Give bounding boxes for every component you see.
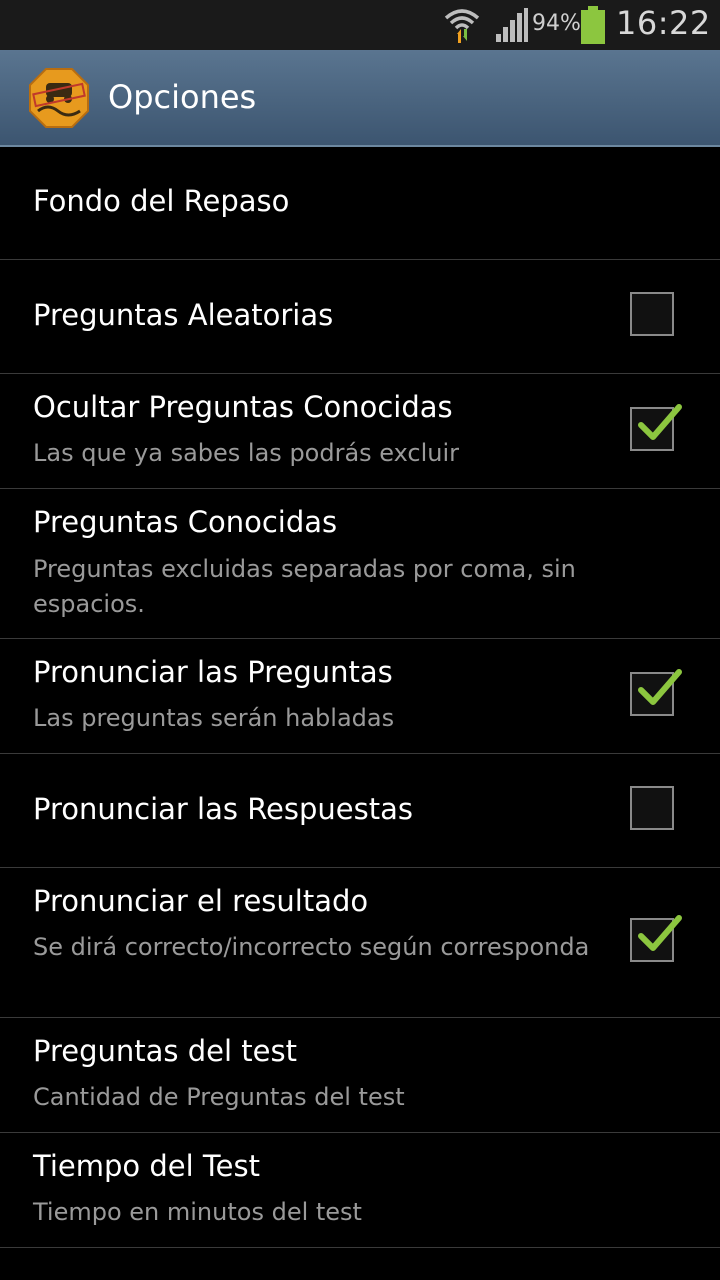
setting-pronunciar-preguntas[interactable]: Pronunciar las Preguntas Las preguntas s…	[0, 639, 720, 754]
battery-icon	[581, 6, 605, 44]
action-bar: Opciones	[0, 50, 720, 147]
setting-title: Fondo del Repaso	[33, 184, 290, 218]
setting-title: Tiempo del Test	[33, 1149, 260, 1183]
setting-summary: Tiempo en minutos del test	[33, 1198, 362, 1226]
setting-pronunciar-respuestas[interactable]: Pronunciar las Respuestas	[0, 754, 720, 868]
clock: 16:22	[616, 4, 711, 42]
setting-preguntas-aleatorias[interactable]: Preguntas Aleatorias	[0, 260, 720, 374]
setting-summary: Cantidad de Preguntas del test	[33, 1083, 405, 1111]
setting-pronunciar-resultado[interactable]: Pronunciar el resultado Se dirá correcto…	[0, 868, 720, 1018]
setting-title: Pronunciar las Preguntas	[33, 655, 393, 689]
checkmark-icon	[638, 915, 682, 951]
setting-preguntas-del-test[interactable]: Preguntas del test Cantidad de Preguntas…	[0, 1018, 720, 1133]
checkbox-checked[interactable]	[630, 669, 682, 716]
setting-title: Ocultar Preguntas Conocidas	[33, 390, 453, 424]
checkbox-unchecked[interactable]	[630, 292, 674, 336]
setting-tiempo-del-test[interactable]: Tiempo del Test Tiempo en minutos del te…	[0, 1133, 720, 1248]
wifi-icon	[444, 9, 480, 43]
setting-title: Pronunciar el resultado	[33, 884, 369, 918]
setting-summary: Preguntas excluidas separadas por coma, …	[33, 555, 576, 618]
settings-list: Fondo del Repaso Preguntas Aleatorias Oc…	[0, 147, 720, 1248]
checkbox-checked[interactable]	[630, 915, 682, 962]
status-bar: 94% 16:22	[0, 0, 720, 50]
setting-title: Preguntas Aleatorias	[33, 298, 334, 332]
page-title: Opciones	[108, 78, 257, 116]
app-logo-icon[interactable]	[28, 67, 90, 129]
checkbox-checked[interactable]	[630, 404, 682, 451]
setting-summary: Las preguntas serán habladas	[33, 704, 395, 732]
checkbox-unchecked[interactable]	[630, 786, 674, 830]
setting-title: Preguntas Conocidas	[33, 505, 338, 539]
checkmark-icon	[638, 669, 682, 705]
setting-summary: Se dirá correcto/incorrecto según corres…	[33, 933, 590, 961]
setting-fondo-del-repaso[interactable]: Fondo del Repaso	[0, 147, 720, 260]
signal-icon	[496, 8, 528, 42]
setting-title: Preguntas del test	[33, 1034, 297, 1068]
setting-preguntas-conocidas[interactable]: Preguntas Conocidas Preguntas excluidas …	[0, 489, 720, 639]
setting-ocultar-preguntas-conocidas[interactable]: Ocultar Preguntas Conocidas Las que ya s…	[0, 374, 720, 489]
setting-title: Pronunciar las Respuestas	[33, 792, 414, 826]
setting-summary: Las que ya sabes las podrás excluir	[33, 439, 460, 467]
checkmark-icon	[638, 404, 682, 440]
battery-percent: 94%	[532, 11, 581, 36]
